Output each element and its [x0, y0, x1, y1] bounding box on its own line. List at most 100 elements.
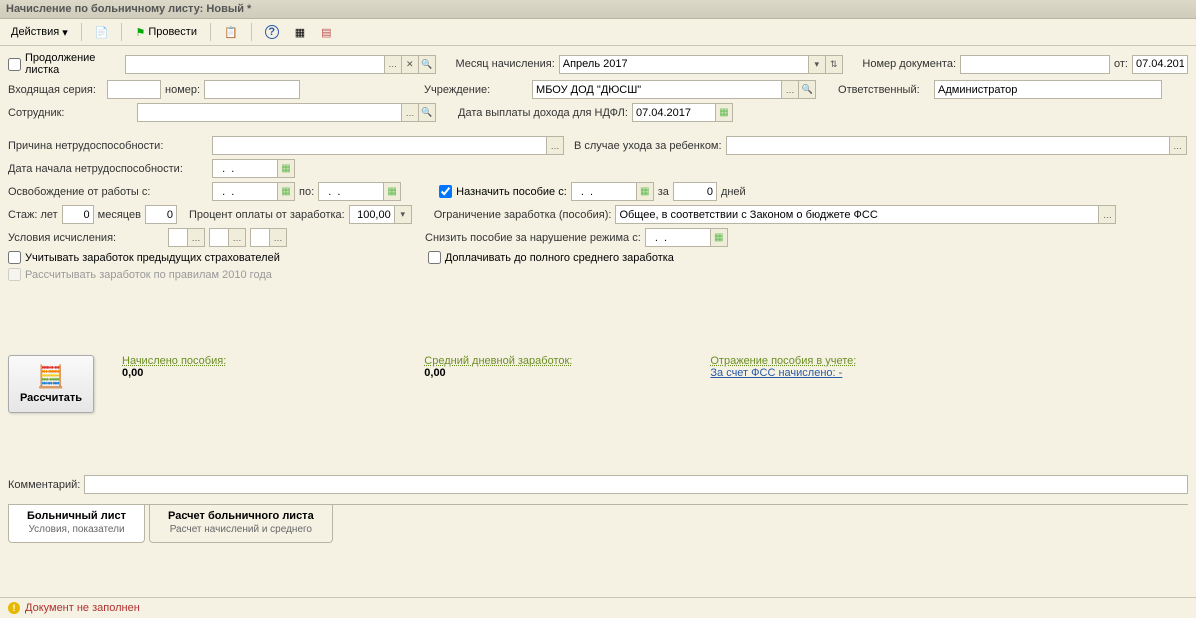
- ellipsis-icon[interactable]: …: [402, 103, 419, 122]
- cond3-input[interactable]: [250, 228, 270, 247]
- calendar-icon[interactable]: ▦: [716, 103, 733, 122]
- status-text: Документ не заполнен: [25, 602, 140, 614]
- lookup-icon[interactable]: 🔍: [419, 55, 436, 74]
- previns-check[interactable]: [8, 251, 21, 264]
- ellipsis-icon[interactable]: …: [229, 228, 246, 247]
- ellipsis-icon[interactable]: …: [270, 228, 287, 247]
- rules2010-check: [8, 268, 21, 281]
- spinner-icon[interactable]: ⇅: [826, 55, 843, 74]
- paydate-input[interactable]: [632, 103, 716, 122]
- toolbar-icon-1[interactable]: 📄: [88, 23, 116, 42]
- toolbar-separator: [251, 23, 252, 41]
- ellipsis-icon[interactable]: …: [1170, 136, 1187, 155]
- startdate-input[interactable]: [212, 159, 278, 178]
- calc-btn-label: Рассчитать: [20, 392, 82, 404]
- calendar-icon[interactable]: ▦: [711, 228, 728, 247]
- continuation-input[interactable]: [125, 55, 385, 74]
- reason-input[interactable]: [212, 136, 547, 155]
- help-button[interactable]: ?: [258, 22, 286, 42]
- comment-input[interactable]: [84, 475, 1188, 494]
- series-input[interactable]: [107, 80, 161, 99]
- toolbar-icon-2[interactable]: 📋: [217, 23, 245, 42]
- release-to-input[interactable]: [318, 182, 384, 201]
- number-label: номер:: [165, 84, 200, 96]
- startdate-label: Дата начала нетрудоспособности:: [8, 163, 208, 175]
- days-input[interactable]: [673, 182, 717, 201]
- calendar-icon[interactable]: ▦: [278, 182, 295, 201]
- avgdaily-value: 0,00: [424, 367, 572, 379]
- stazh-years-label: Стаж: лет: [8, 209, 58, 221]
- continuation-check[interactable]: [8, 58, 21, 71]
- previns-checkbox[interactable]: Учитывать заработок предыдущих страховат…: [8, 251, 280, 264]
- days-label: дней: [721, 186, 746, 198]
- employee-label: Сотрудник:: [8, 107, 133, 119]
- status-bar: ! Документ не заполнен: [0, 597, 1196, 618]
- cond1-input[interactable]: [168, 228, 188, 247]
- stazh-months-input[interactable]: [145, 205, 177, 224]
- docno-input[interactable]: [960, 55, 1110, 74]
- window-title: Начисление по больничному листу: Новый *: [0, 0, 1196, 19]
- continuation-checkbox[interactable]: Продолжение листка: [8, 52, 112, 76]
- actions-menu[interactable]: Действия ▾: [4, 23, 75, 42]
- actions-label: Действия: [11, 26, 59, 38]
- flag-icon: ⚑: [135, 26, 145, 39]
- settings-icon: 📋: [224, 26, 238, 39]
- ellipsis-icon[interactable]: …: [1099, 205, 1116, 224]
- docno-label: Номер документа:: [862, 58, 956, 70]
- addpay-check[interactable]: [428, 251, 441, 264]
- fss-link[interactable]: За счет ФСС начислено: -: [710, 367, 856, 379]
- lookup-icon[interactable]: 🔍: [799, 80, 816, 99]
- responsible-label: Ответственный:: [838, 84, 930, 96]
- chevron-down-icon[interactable]: ▾: [395, 205, 412, 224]
- rules2010-label: Рассчитывать заработок по правилам 2010 …: [25, 269, 272, 281]
- calendar-icon[interactable]: ▦: [384, 182, 401, 201]
- org-label: Учреждение:: [424, 84, 528, 96]
- release-label: Освобождение от работы с:: [8, 186, 208, 198]
- paydate-label: Дата выплаты дохода для НДФЛ:: [458, 107, 628, 119]
- month-label: Месяц начисления:: [455, 58, 554, 70]
- series-label: Входящая серия:: [8, 84, 103, 96]
- assign-benefit-check[interactable]: [439, 185, 452, 198]
- org-input[interactable]: [532, 80, 782, 99]
- childcare-label: В случае ухода за ребенком:: [574, 140, 722, 152]
- employee-input[interactable]: [137, 103, 402, 122]
- ellipsis-icon[interactable]: …: [188, 228, 205, 247]
- calendar-icon[interactable]: ▦: [637, 182, 654, 201]
- assign-benefit-label: Назначить пособие с:: [456, 186, 567, 198]
- childcare-input[interactable]: [726, 136, 1170, 155]
- docdate-input[interactable]: [1132, 55, 1188, 74]
- benefit-from-input[interactable]: [571, 182, 637, 201]
- percent-input[interactable]: [349, 205, 395, 224]
- addpay-checkbox[interactable]: Доплачивать до полного среднего заработк…: [428, 251, 674, 264]
- ellipsis-icon[interactable]: …: [782, 80, 799, 99]
- reflection-label: Отражение пособия в учете:: [710, 355, 856, 367]
- ellipsis-icon[interactable]: …: [385, 55, 402, 74]
- toolbar-separator: [210, 23, 211, 41]
- bottom-tabs: Больничный лист Условия, показатели Расч…: [8, 504, 1188, 543]
- ellipsis-icon[interactable]: …: [547, 136, 564, 155]
- rules2010-checkbox: Рассчитывать заработок по правилам 2010 …: [8, 268, 272, 281]
- cond2-input[interactable]: [209, 228, 229, 247]
- po-label: по:: [299, 186, 314, 198]
- provesti-button[interactable]: ⚑ Провести: [128, 23, 204, 42]
- assign-benefit-checkbox[interactable]: Назначить пособие с:: [439, 185, 567, 198]
- clear-icon[interactable]: ✕: [402, 55, 419, 74]
- tab-sick-leave[interactable]: Больничный лист Условия, показатели: [8, 505, 145, 543]
- number-input[interactable]: [204, 80, 300, 99]
- tab-calculation[interactable]: Расчет больничного листа Расчет начислен…: [149, 505, 333, 543]
- release-from-input[interactable]: [212, 182, 278, 201]
- calculate-button[interactable]: 🧮 Рассчитать: [8, 355, 94, 413]
- stazh-years-input[interactable]: [62, 205, 94, 224]
- lookup-icon[interactable]: 🔍: [419, 103, 436, 122]
- accrued-label: Начислено пособия:: [122, 355, 226, 367]
- reduce-date-input[interactable]: [645, 228, 711, 247]
- toolbar-icon-4[interactable]: ▤: [314, 23, 338, 42]
- doc-icon: 📄: [95, 26, 109, 39]
- chevron-down-icon[interactable]: ▾: [809, 55, 826, 74]
- accrued-value: 0,00: [122, 367, 226, 379]
- toolbar-icon-3[interactable]: ▦: [288, 23, 312, 42]
- responsible-input[interactable]: [934, 80, 1162, 99]
- month-input[interactable]: [559, 55, 809, 74]
- limit-input[interactable]: [615, 205, 1099, 224]
- calendar-icon[interactable]: ▦: [278, 159, 295, 178]
